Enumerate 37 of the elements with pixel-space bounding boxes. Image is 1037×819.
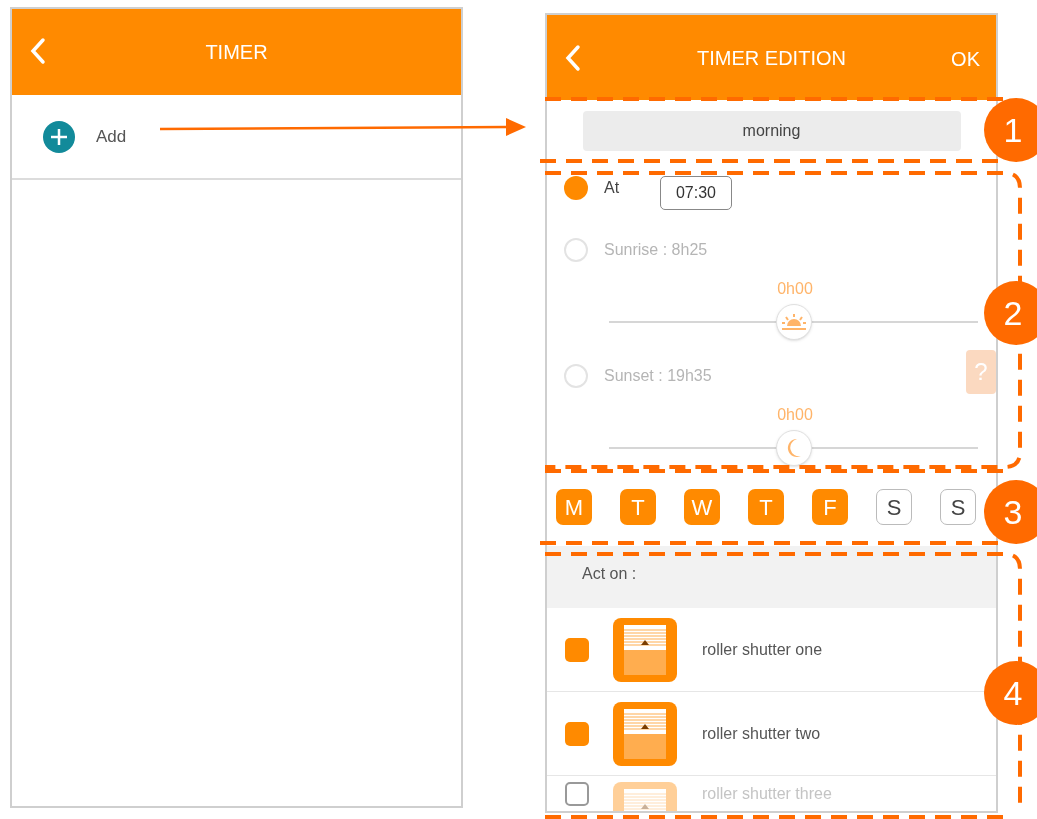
device-name: roller shutter three <box>702 784 832 804</box>
ok-button[interactable]: OK <box>951 44 980 74</box>
day-toggle[interactable]: T <box>748 489 784 525</box>
back-icon[interactable] <box>30 37 46 65</box>
name-field[interactable]: morning <box>582 111 961 151</box>
help-button[interactable]: ? <box>966 350 996 394</box>
device-name: roller shutter two <box>702 723 821 744</box>
option-label: At <box>604 178 620 198</box>
back-icon[interactable] <box>565 44 581 72</box>
slider-thumb[interactable] <box>775 430 812 466</box>
roller-shutter-icon <box>613 617 677 682</box>
day-toggle[interactable]: T <box>620 489 656 525</box>
day-toggle[interactable]: M <box>556 489 592 525</box>
slider-thumb[interactable] <box>775 304 812 340</box>
day-toggle[interactable]: S <box>876 489 912 525</box>
day-toggle[interactable]: F <box>812 489 848 525</box>
time-field[interactable]: 07:30 <box>660 176 732 210</box>
option-label: Sunset : 19h35 <box>604 366 712 386</box>
device-name: roller shutter one <box>702 639 823 660</box>
section-label: Act on : <box>582 565 637 582</box>
plus-icon <box>43 120 75 153</box>
offset-value: 0h00 <box>776 279 814 299</box>
header-title: TIMER <box>205 40 268 65</box>
option-label: Sunrise : 8h25 <box>604 240 708 260</box>
radio-button[interactable] <box>564 176 588 200</box>
radio-button[interactable] <box>564 364 588 388</box>
sunrise-icon <box>780 313 807 331</box>
checkbox[interactable] <box>565 637 589 662</box>
add-label: Add <box>96 125 127 148</box>
radio-button[interactable] <box>564 238 588 262</box>
add-row[interactable]: Add <box>12 95 461 180</box>
checkbox[interactable] <box>565 721 589 746</box>
day-toggle[interactable]: S <box>940 489 976 525</box>
roller-shutter-icon <box>613 701 677 766</box>
offset-value: 0h00 <box>776 405 814 425</box>
day-toggle[interactable]: W <box>684 489 720 525</box>
header-title: TIMER EDITION <box>697 45 846 71</box>
